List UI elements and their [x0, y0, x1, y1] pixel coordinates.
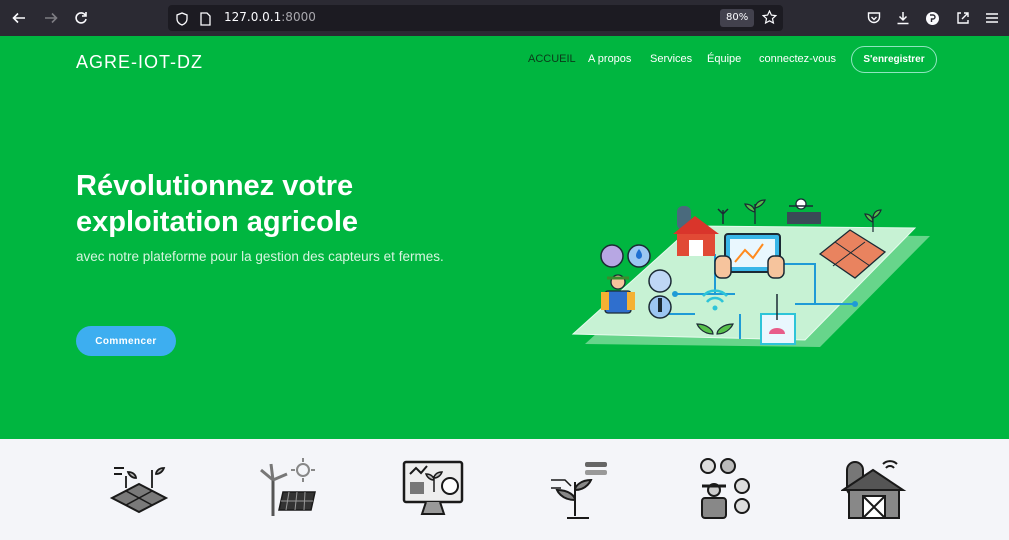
connected-barn-icon — [841, 460, 907, 519]
hero-subtitle: avec notre plateforme pour la gestion de… — [76, 249, 444, 264]
nav-link-accueil[interactable]: ACCUEIL — [528, 53, 576, 65]
extension-icon[interactable] — [922, 8, 942, 28]
start-button[interactable]: Commencer — [76, 326, 176, 356]
page-icon[interactable] — [200, 11, 211, 30]
farmer-sensors-icon — [700, 458, 750, 519]
page: AGRE-IOT-DZ ACCUEIL A propos Services Éq… — [0, 36, 1009, 540]
download-icon[interactable] — [893, 8, 913, 28]
url-port: :8000 — [281, 10, 316, 24]
smart-field-icon — [109, 467, 169, 514]
reload-icon[interactable] — [70, 7, 92, 29]
nav-link-login[interactable]: connectez-vous — [759, 53, 836, 65]
browser-toolbar: 127.0.0.1:8000 80% — [0, 0, 1009, 36]
register-button[interactable]: S'enregistrer — [851, 46, 937, 73]
nav-link-equipe[interactable]: Équipe — [707, 53, 741, 65]
share-icon[interactable] — [953, 8, 973, 28]
shield-icon[interactable] — [176, 11, 188, 30]
forward-arrow-icon[interactable] — [40, 7, 62, 29]
url-host: 127.0.0.1 — [224, 10, 282, 24]
monitoring-dashboard-icon — [402, 460, 464, 515]
smart-farm-illustration — [571, 198, 930, 347]
url-text[interactable]: 127.0.0.1:8000 — [224, 10, 316, 24]
hero-section: AGRE-IOT-DZ ACCUEIL A propos Services Éq… — [0, 36, 1009, 439]
brand-logo[interactable]: AGRE-IOT-DZ — [76, 52, 203, 73]
zoom-level-badge[interactable]: 80% — [720, 9, 755, 27]
menu-icon[interactable] — [982, 8, 1002, 28]
star-icon[interactable] — [761, 9, 778, 29]
nav-link-services[interactable]: Services — [650, 53, 692, 65]
pocket-icon[interactable] — [864, 8, 884, 28]
hero-title: Révolutionnez votre exploitation agricol… — [76, 170, 358, 238]
address-bar[interactable]: 127.0.0.1:8000 80% — [168, 5, 783, 31]
nav-link-a-propos[interactable]: A propos — [588, 53, 631, 65]
back-arrow-icon[interactable] — [8, 7, 30, 29]
renewable-energy-icon — [260, 458, 316, 516]
plant-sensor-icon — [551, 462, 607, 519]
features-strip — [0, 439, 1009, 540]
